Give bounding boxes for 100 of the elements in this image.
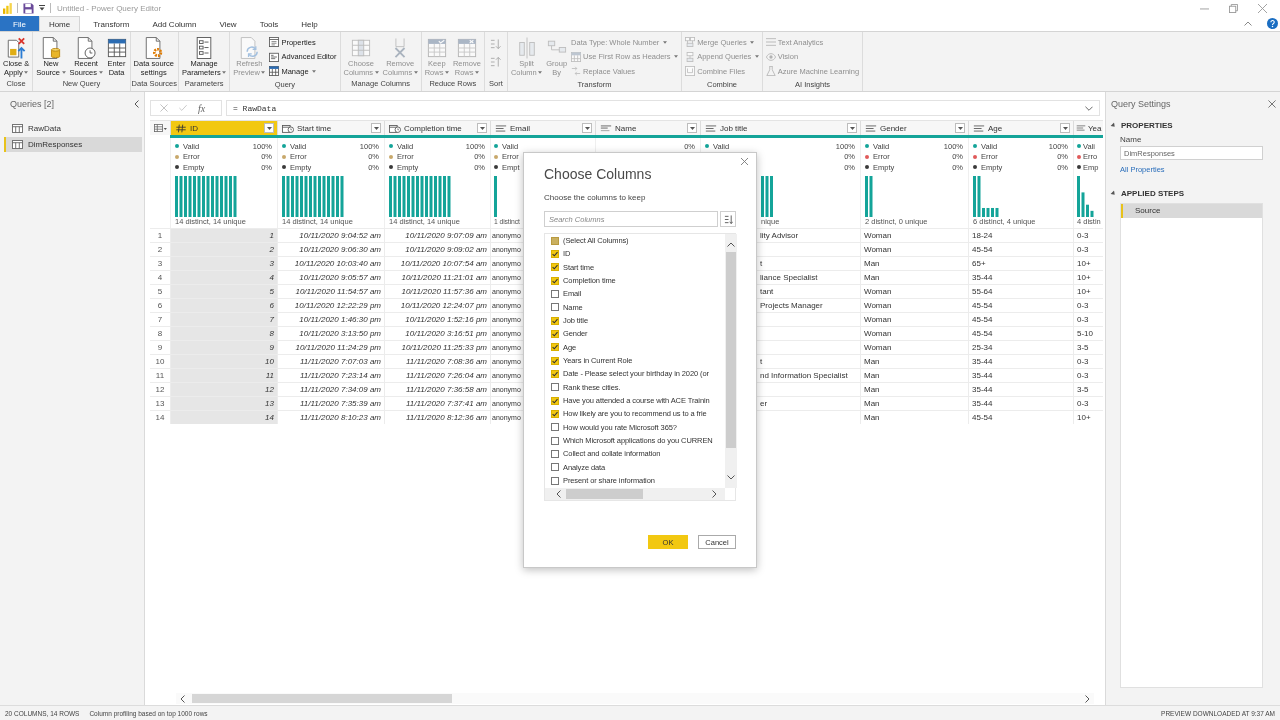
filter-dropdown-button[interactable] (264, 123, 274, 133)
horizontal-scrollbar[interactable] (176, 693, 1094, 704)
chevron-up-icon[interactable] (727, 242, 735, 247)
checkbox[interactable] (551, 236, 559, 245)
table-cell: Woman (860, 313, 968, 326)
scrollbar-thumb[interactable] (726, 252, 736, 448)
checkbox[interactable] (551, 316, 559, 325)
section-heading: PROPERTIES (1121, 120, 1173, 130)
text-type-icon (973, 123, 985, 133)
filter-dropdown-button[interactable] (477, 123, 487, 133)
restore-icon[interactable] (1229, 3, 1238, 13)
table-cell: 0-3 (1073, 369, 1103, 382)
table-cell: 3-5 (1073, 383, 1103, 396)
query-item[interactable]: RawData (4, 121, 142, 136)
chevron-down-icon[interactable] (727, 475, 735, 480)
flask-icon (765, 66, 776, 77)
scrollbar-thumb[interactable] (566, 489, 643, 499)
checkbox[interactable] (551, 476, 559, 485)
table-cell: 10/11/2020 12:22:29 pm (277, 299, 384, 312)
sort-button[interactable] (720, 211, 736, 227)
table-cell: 45-54 (968, 327, 1073, 340)
row-number: 9 (156, 342, 164, 354)
ribbon-tab[interactable]: Add Column (142, 16, 207, 31)
checkbox[interactable] (551, 343, 559, 352)
table-cell: 11 (170, 369, 277, 382)
mixed-type-icon (600, 123, 612, 133)
ribbon-tab[interactable]: Tools (249, 16, 289, 31)
table-cell: 10/11/2020 11:54:57 am (277, 285, 384, 298)
expand-triangle-icon[interactable] (1109, 189, 1118, 197)
checkbox[interactable] (551, 463, 559, 472)
ribbon-tab[interactable]: Home (38, 16, 81, 31)
chevron-up-icon[interactable] (1244, 21, 1252, 26)
table-cell: 11/11/2020 7:08:36 am (384, 355, 490, 368)
formula-field[interactable]: = RawData (226, 100, 1100, 116)
filter-dropdown-button[interactable] (687, 123, 697, 133)
check-icon[interactable] (179, 104, 187, 112)
horizontal-scrollbar[interactable] (545, 488, 725, 500)
chevron-right-icon[interactable] (1085, 694, 1090, 703)
query-item[interactable]: DimResponses (4, 137, 142, 152)
table-cell: Man (860, 355, 968, 368)
filter-dropdown-button[interactable] (847, 123, 857, 133)
checkbox[interactable] (551, 369, 559, 378)
insert-function-button[interactable]: fx (198, 102, 206, 114)
table-cell: 11/11/2020 8:12:36 am (384, 411, 490, 424)
caret-icon (957, 126, 963, 130)
row-number: 11 (154, 370, 166, 382)
checkbox[interactable] (551, 276, 559, 285)
filter-dropdown-button[interactable] (371, 123, 381, 133)
checkbox[interactable] (551, 449, 559, 458)
checkbox[interactable] (551, 423, 559, 432)
expand-triangle-icon[interactable] (1109, 121, 1118, 129)
chevron-right-icon[interactable] (712, 490, 717, 498)
save-icon[interactable] (23, 2, 34, 14)
table-cell: 35-44 (968, 355, 1073, 368)
caret-icon (689, 126, 695, 130)
close-icon[interactable] (741, 158, 748, 165)
checkbox[interactable] (551, 303, 559, 312)
table-cell: 10+ (1073, 411, 1103, 424)
scrollbar-thumb[interactable] (192, 694, 452, 703)
table-cell: 5 (170, 285, 277, 298)
table-cell: 11/11/2020 8:10:23 am (277, 411, 384, 424)
table-cell: 65+ (968, 257, 1073, 270)
ribbon-tab[interactable]: Transform (83, 16, 140, 31)
checkbox[interactable] (551, 383, 559, 392)
checkbox[interactable] (551, 263, 559, 272)
ribbon-tab[interactable]: Help (291, 16, 328, 31)
caret-icon[interactable] (39, 5, 45, 11)
editor-icon (269, 51, 280, 62)
vertical-scrollbar[interactable] (725, 234, 737, 488)
checkbox[interactable] (551, 289, 559, 298)
checkbox[interactable] (551, 396, 559, 405)
checkbox[interactable] (551, 356, 559, 365)
table-menu-icon[interactable] (153, 124, 167, 132)
table-cell: 10/11/2020 11:25:33 pm (384, 341, 490, 354)
distribution-bars (389, 175, 451, 217)
table-cell: 0-3 (1073, 355, 1103, 368)
column-header[interactable]: ID (170, 121, 277, 135)
checkbox[interactable] (551, 250, 559, 258)
filter-dropdown-button[interactable] (955, 123, 965, 133)
table-cell: 11/11/2020 7:07:03 am (277, 355, 384, 368)
checkbox[interactable] (551, 409, 559, 418)
ribbon-tab[interactable]: File (0, 16, 39, 31)
row-number: 1 (156, 230, 164, 242)
table-cell: 10/11/2020 9:04:52 am (277, 229, 384, 242)
filter-dropdown-button[interactable] (582, 123, 592, 133)
chevron-left-icon[interactable] (180, 694, 185, 703)
table-cell: 10/11/2020 9:06:30 am (277, 243, 384, 256)
checkbox[interactable] (551, 329, 559, 338)
filter-dropdown-button[interactable] (1060, 123, 1070, 133)
table-cell: 10/11/2020 12:24:07 pm (384, 299, 490, 312)
table-cell: 10/11/2020 11:24:29 pm (277, 341, 384, 354)
chevron-down-icon[interactable] (1085, 105, 1093, 111)
chevron-left-icon[interactable] (134, 100, 139, 108)
help-icon[interactable] (1267, 18, 1278, 29)
ribbon-tab[interactable]: View (209, 16, 247, 31)
row-number: 6 (156, 300, 164, 312)
applied-step[interactable]: Source (1121, 204, 1262, 218)
checkbox[interactable] (551, 436, 559, 445)
close-icon[interactable] (1268, 100, 1276, 108)
chevron-left-icon[interactable] (556, 490, 561, 498)
